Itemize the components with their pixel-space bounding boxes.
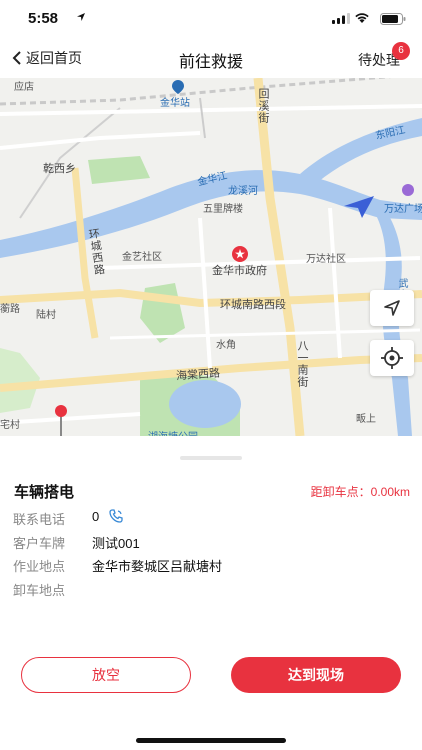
navigation-arrow-icon <box>344 196 374 218</box>
map-label-jinyi: 金艺社区 <box>122 252 162 263</box>
task-title: 车辆搭电 <box>14 484 75 501</box>
map-label-wanda-plaza: 万达广场 <box>384 204 422 215</box>
pending-count-badge: 6 <box>392 42 410 60</box>
map-label-bayi-south: 八一南街 <box>296 340 308 388</box>
field-label-plate: 客户车牌 <box>13 536 66 551</box>
distance-to-unload: 距卸车点：0.00km <box>310 485 410 499</box>
battery-icon <box>380 13 406 25</box>
station-pin-icon <box>172 80 184 94</box>
map-label-haitang-west: 海棠西路 <box>175 367 221 383</box>
status-bar: 5:58 <box>0 0 422 40</box>
locate-button[interactable] <box>370 340 414 376</box>
map-label-wulipai: 五里牌楼 <box>203 204 243 215</box>
sheet-drag-handle[interactable] <box>180 456 242 460</box>
nav-bar: 返回首页 前往救援 待处理 6 <box>0 40 422 78</box>
wifi-icon <box>355 13 369 23</box>
destination-pin-icon <box>55 405 67 436</box>
field-label-phone: 联系电话 <box>13 512 66 527</box>
location-arrow-icon <box>77 13 85 21</box>
field-label-work-location: 作业地点 <box>13 559 66 574</box>
map-label-huixi-street: 回溪街 <box>257 88 269 124</box>
map-label-huhai-park: 湖海塘公园 <box>148 428 198 436</box>
map-background <box>0 78 422 436</box>
signal-icon <box>332 13 350 24</box>
government-marker-icon <box>232 246 248 262</box>
map-label-qianxi: 乾西乡 <box>43 163 76 175</box>
map-label-lu-village: 陆村 <box>36 310 56 321</box>
navigate-arrow-icon <box>384 300 400 316</box>
status-time: 5:58 <box>28 10 59 27</box>
phone-icon[interactable] <box>109 509 124 524</box>
map-view[interactable]: 应店 金华站 回溪街 东阳江 乾西乡 金华江 龙溪河 万达广场 五里牌楼 环城西… <box>0 78 422 436</box>
home-indicator <box>136 738 286 743</box>
map-label-jinhua-station: 金华站 <box>160 98 190 109</box>
mall-icon <box>402 184 414 196</box>
navigate-button[interactable] <box>370 290 414 326</box>
field-value-phone[interactable]: 0 <box>92 509 99 524</box>
field-value-work-location: 金华市婺城区吕献塘村 <box>92 559 223 574</box>
arrive-on-site-button[interactable]: 达到现场 <box>231 657 401 693</box>
map-label-huancheng-south-west: 环城南路西段 <box>220 299 286 311</box>
map-label-longqi-river: 龙溪河 <box>228 186 258 197</box>
map-label-weidu-road: 蘅路 <box>0 304 20 315</box>
map-label-fanshang: 畈上 <box>356 414 376 425</box>
map-label-city-government: 金华市政府 <box>212 265 267 277</box>
empty-run-button[interactable]: 放空 <box>21 657 191 693</box>
crosshair-icon <box>381 347 403 369</box>
field-value-plate: 测试001 <box>92 536 140 551</box>
map-label-zhai-cun: 宅村 <box>0 420 20 431</box>
map-label-yingsuo: 应店 <box>14 82 34 93</box>
map-label-shuijiao: 水角 <box>216 340 236 351</box>
field-label-unload-location: 卸车地点 <box>13 583 66 598</box>
map-label-wanda-community: 万达社区 <box>306 254 346 265</box>
